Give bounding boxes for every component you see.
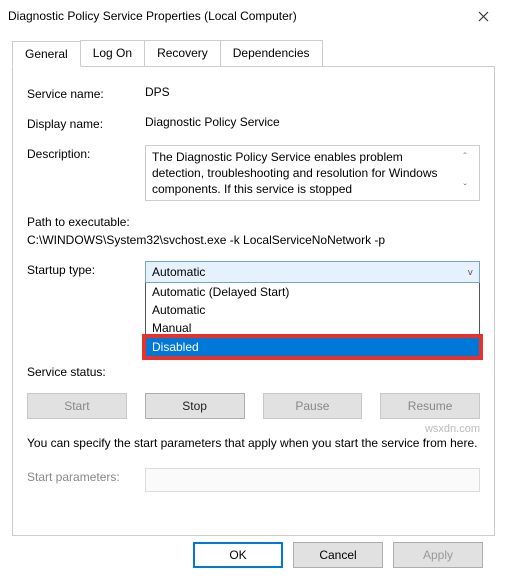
- close-icon[interactable]: [471, 4, 495, 28]
- path-section: Path to executable: C:\WINDOWS\System32\…: [27, 215, 480, 247]
- display-name-label: Display name:: [27, 115, 145, 131]
- description-scrollbar[interactable]: ˆ ˇ: [457, 149, 473, 197]
- service-name-value: DPS: [145, 85, 480, 99]
- tab-recovery[interactable]: Recovery: [144, 40, 221, 66]
- explain-text: You can specify the start parameters tha…: [27, 435, 480, 452]
- start-params-label: Start parameters:: [27, 468, 145, 484]
- ok-button[interactable]: OK: [193, 542, 283, 568]
- display-name-value: Diagnostic Policy Service: [145, 115, 480, 129]
- titlebar: Diagnostic Policy Service Properties (Lo…: [0, 0, 507, 32]
- scroll-up-icon[interactable]: ˆ: [463, 151, 466, 165]
- chevron-down-icon: ⅴ: [468, 267, 473, 278]
- tab-logon[interactable]: Log On: [80, 40, 145, 66]
- service-control-buttons: Start Stop Pause Resume: [27, 393, 480, 419]
- resume-button: Resume: [380, 393, 480, 419]
- description-row: Description: The Diagnostic Policy Servi…: [27, 145, 480, 201]
- tab-dependencies[interactable]: Dependencies: [220, 40, 323, 66]
- pause-button: Pause: [263, 393, 363, 419]
- description-box: The Diagnostic Policy Service enables pr…: [145, 145, 480, 201]
- stop-button[interactable]: Stop: [145, 393, 245, 419]
- startup-type-selected: Automatic: [152, 265, 205, 279]
- cancel-button[interactable]: Cancel: [293, 542, 383, 568]
- startup-type-dropdown: Automatic (Delayed Start) Automatic Manu…: [145, 283, 480, 357]
- description-label: Description:: [27, 145, 145, 161]
- startup-label: Startup type:: [27, 261, 145, 277]
- startup-row: Startup type: Automatic ⅴ Automatic (Del…: [27, 261, 480, 357]
- start-params-input: [145, 468, 480, 492]
- service-name-row: Service name: DPS: [27, 85, 480, 101]
- start-params-row: Start parameters:: [27, 468, 480, 492]
- service-status-label: Service status:: [27, 363, 145, 379]
- apply-button: Apply: [393, 542, 483, 568]
- display-name-row: Display name: Diagnostic Policy Service: [27, 115, 480, 131]
- watermark: wsxdn.com: [425, 423, 480, 435]
- tab-strip: General Log On Recovery Dependencies: [12, 40, 495, 66]
- path-label: Path to executable:: [27, 215, 480, 229]
- dialog-content: General Log On Recovery Dependencies Ser…: [0, 32, 507, 580]
- start-button: Start: [27, 393, 127, 419]
- startup-option-disabled[interactable]: Disabled: [146, 338, 479, 356]
- window-title: Diagnostic Policy Service Properties (Lo…: [8, 9, 297, 23]
- dialog-button-row: OK Cancel Apply: [12, 536, 495, 568]
- tab-general[interactable]: General: [12, 41, 81, 67]
- startup-option-delayed[interactable]: Automatic (Delayed Start): [146, 283, 479, 301]
- path-value: C:\WINDOWS\System32\svchost.exe -k Local…: [27, 233, 480, 247]
- service-name-label: Service name:: [27, 85, 145, 101]
- service-status-row: Service status:: [27, 363, 480, 379]
- scroll-down-icon[interactable]: ˇ: [463, 182, 466, 196]
- startup-option-auto[interactable]: Automatic: [146, 301, 479, 319]
- startup-type-combo[interactable]: Automatic ⅴ: [145, 261, 480, 283]
- description-text: The Diagnostic Policy Service enables pr…: [152, 149, 457, 197]
- tab-panel-general: Service name: DPS Display name: Diagnost…: [12, 66, 495, 536]
- highlight-annotation: Disabled: [142, 334, 483, 360]
